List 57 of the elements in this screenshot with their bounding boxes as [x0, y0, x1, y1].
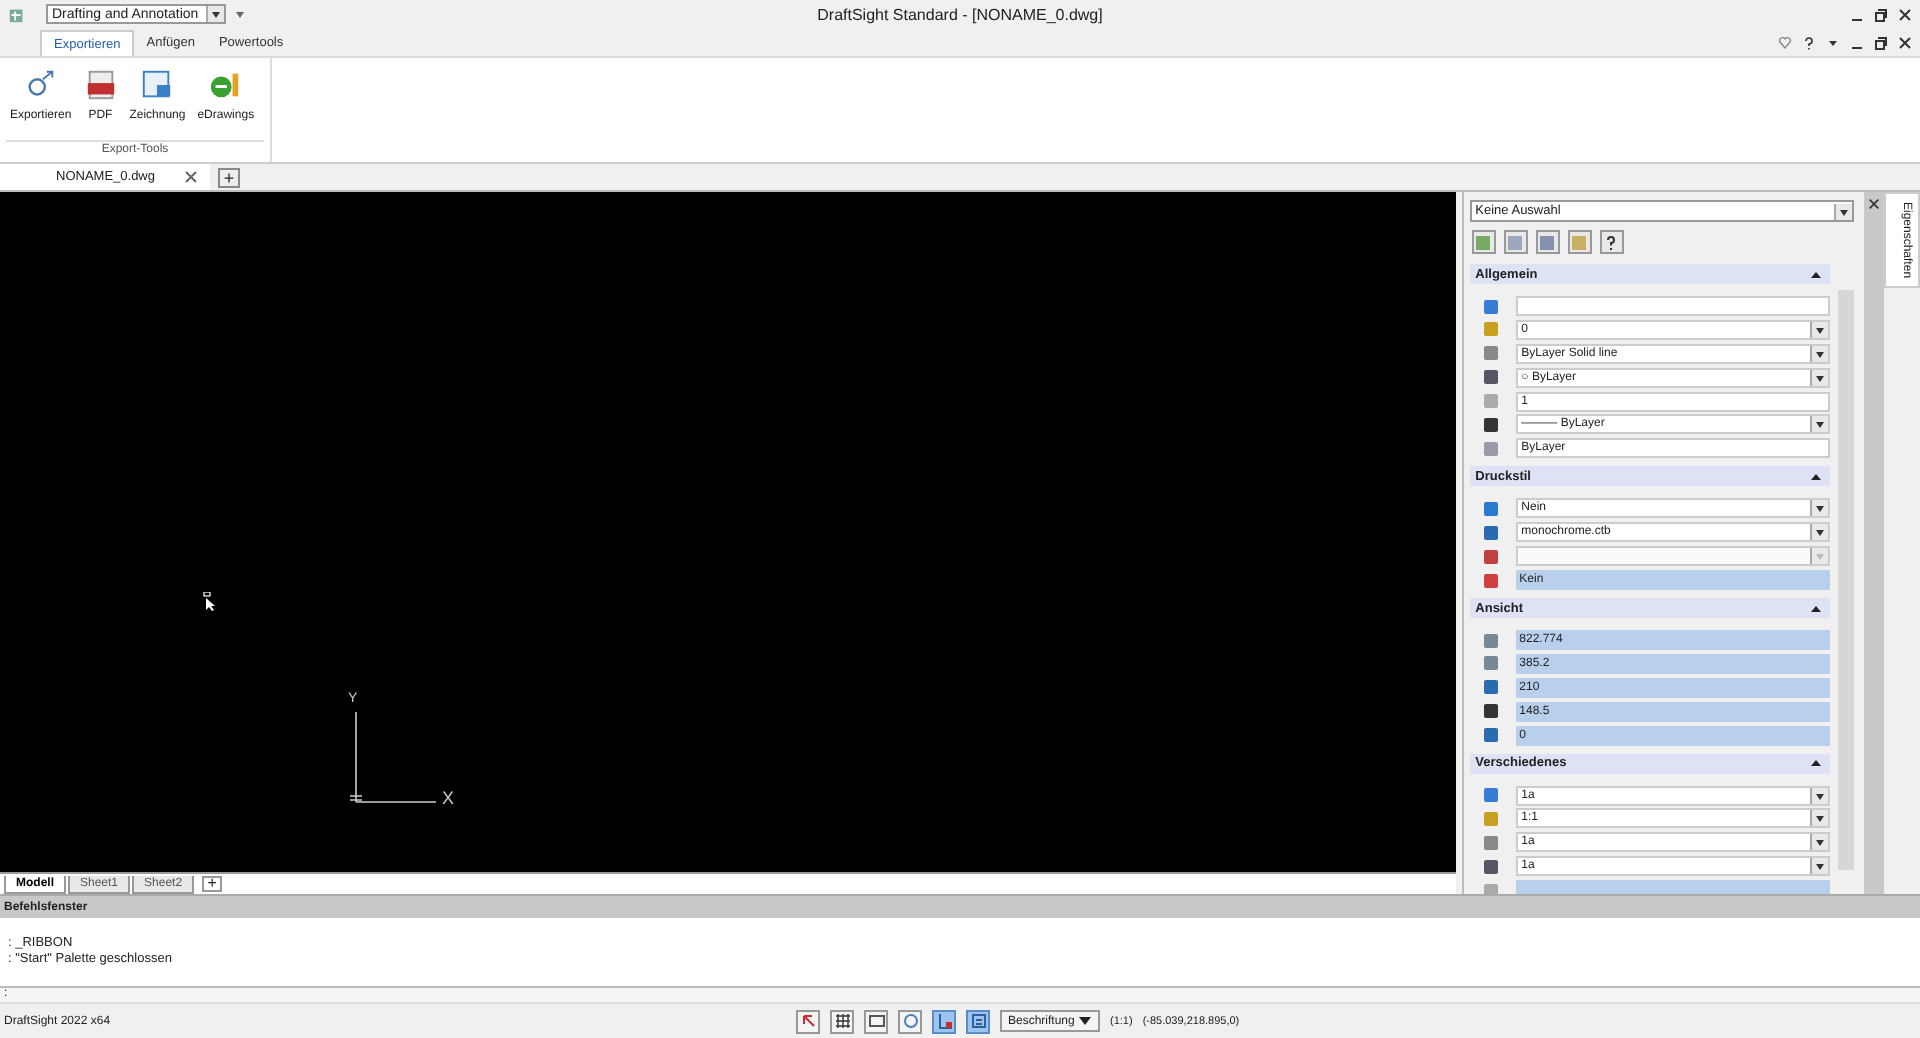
close-icon[interactable]	[1868, 198, 1881, 210]
toolbar-button[interactable]	[1535, 230, 1560, 254]
status-toggle-button[interactable]	[830, 1009, 854, 1033]
square-icon	[1474, 233, 1493, 251]
collapse-icon[interactable]	[1809, 603, 1822, 614]
status-toggle-button[interactable]	[932, 1009, 956, 1033]
dropdown-arrow-icon[interactable]	[1809, 416, 1828, 433]
property-field[interactable]	[1515, 880, 1830, 894]
drawing-icon	[140, 68, 175, 102]
dropdown-arrow-icon[interactable]	[1809, 500, 1828, 517]
edrawings-icon	[208, 68, 243, 102]
collapse-icon[interactable]	[1809, 471, 1822, 482]
new-layout-button[interactable]: +	[202, 876, 223, 892]
window-title: DraftSight Standard - [NONAME_0.dwg]	[817, 5, 1103, 23]
caret-icon[interactable]	[1078, 1016, 1092, 1026]
dropdown-arrow-icon[interactable]	[206, 6, 224, 22]
tool-icon	[799, 1012, 817, 1030]
dropdown-arrow-icon[interactable]	[1809, 810, 1828, 827]
pdf-icon	[83, 68, 118, 102]
caret-icon[interactable]	[1826, 35, 1840, 49]
close-icon[interactable]	[1898, 35, 1912, 49]
dropdown-arrow-icon[interactable]	[1809, 345, 1828, 362]
tool-icon	[833, 1012, 851, 1030]
heart-icon[interactable]	[1778, 35, 1792, 49]
square-icon	[1538, 233, 1557, 251]
status-toggle-button[interactable]	[966, 1009, 990, 1033]
property-field[interactable]	[1515, 546, 1830, 567]
new-tab-button[interactable]: +	[218, 167, 240, 187]
restore-icon[interactable]	[1874, 7, 1888, 21]
status-toggle-button[interactable]	[898, 1009, 922, 1033]
export-icon	[23, 68, 58, 102]
dropdown-arrow-icon[interactable]	[1809, 369, 1828, 386]
dropdown-arrow-icon[interactable]	[1809, 524, 1828, 541]
dropdown-arrow-icon[interactable]	[1809, 787, 1828, 804]
help-icon	[1602, 233, 1621, 251]
property-field[interactable]	[1515, 296, 1830, 316]
collapse-icon[interactable]	[1809, 269, 1822, 279]
axis-drawing	[350, 712, 438, 804]
status-toggle-button[interactable]	[796, 1009, 820, 1033]
cursor-icon	[202, 592, 216, 612]
dropdown-arrow-icon[interactable]	[1809, 858, 1828, 875]
help-icon[interactable]	[1802, 35, 1816, 49]
restore-icon[interactable]	[1874, 35, 1888, 49]
tool-icon	[969, 1012, 987, 1030]
square-icon	[1506, 233, 1525, 251]
close-icon[interactable]	[1898, 7, 1912, 21]
dropdown-arrow-icon[interactable]	[1834, 203, 1853, 219]
square-icon	[1570, 233, 1589, 251]
dropdown-arrow-icon[interactable]	[1809, 321, 1828, 338]
dropdown-arrow-icon[interactable]	[1809, 834, 1828, 851]
collapse-icon[interactable]	[1809, 758, 1822, 769]
axis-label: X	[442, 788, 455, 808]
tool-icon	[935, 1012, 953, 1030]
app-icon	[8, 5, 26, 23]
help-button[interactable]	[1599, 230, 1624, 254]
close-icon[interactable]	[184, 170, 198, 184]
status-toggle-button[interactable]	[864, 1009, 888, 1033]
